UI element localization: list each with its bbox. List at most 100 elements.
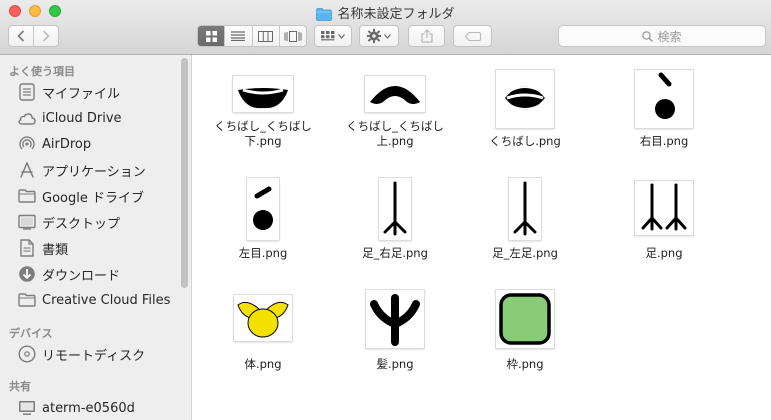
file-thumbnail — [247, 178, 279, 240]
file-name: 足_右足.png — [362, 246, 428, 260]
grid-icon — [205, 30, 217, 42]
file-thumbnail — [635, 181, 693, 235]
file-item[interactable]: 枠.png — [465, 290, 585, 390]
file-item[interactable]: 右目.png — [604, 70, 724, 170]
file-item[interactable]: くちばし_くちばし 下.png — [203, 70, 323, 170]
cloud-icon — [18, 109, 36, 127]
action-button[interactable] — [359, 25, 399, 47]
arrange-button[interactable] — [314, 25, 352, 47]
file-grid: くちばし_くちばし 下.png くちばし_くちばし 上.png くちばし.png 右… — [192, 55, 771, 420]
sidebar-item-icloud-drive[interactable]: iCloud Drive — [0, 106, 180, 130]
sidebar-item-all-my-files[interactable]: マイファイル — [0, 80, 180, 104]
folder-icon — [18, 187, 36, 205]
sidebar-item-label: iCloud Drive — [42, 110, 122, 126]
file-name: 足_左足.png — [492, 246, 558, 260]
file-name: 髪.png — [376, 357, 414, 371]
sidebar-item-downloads[interactable]: ダウンロード — [0, 262, 180, 286]
navigation-buttons — [8, 25, 59, 47]
file-thumbnail — [379, 178, 411, 240]
column-view-button[interactable] — [253, 26, 280, 46]
sidebar-item-google-drive[interactable]: Google ドライブ — [0, 184, 180, 208]
search-placeholder: 検索 — [657, 29, 682, 44]
sidebar-item-label: aterm-e0560d — [42, 400, 135, 416]
sidebar-item-remote-disc[interactable]: リモートディスク — [0, 342, 180, 366]
all-files-icon — [18, 83, 36, 101]
icon-view-button[interactable] — [198, 26, 226, 46]
file-item[interactable]: 左目.png — [203, 173, 323, 273]
coverflow-icon — [284, 30, 302, 42]
sidebar-item-creative-cloud-files[interactable]: Creative Cloud Files — [0, 288, 180, 312]
tag-icon — [464, 31, 481, 41]
sidebar-item-label: 書類 — [42, 242, 69, 258]
search-field[interactable]: 検索 — [558, 25, 766, 47]
search-icon — [642, 30, 654, 42]
sidebar-item-label: デスクトップ — [42, 216, 121, 232]
chevron-down-icon — [338, 33, 345, 39]
applications-icon — [18, 161, 36, 179]
sidebar-header-favorites: よく使う項目 — [9, 65, 75, 78]
finder-window: 名称未設定フォルダ 検索 よく使う項目 マイファイル iCloud Drive … — [0, 0, 771, 420]
sidebar-scrollbar[interactable] — [181, 58, 188, 288]
view-mode-segment — [197, 25, 307, 47]
sidebar-item-applications[interactable]: アプリケーション — [0, 158, 180, 182]
sidebar: よく使う項目 マイファイル iCloud Drive AirDrop アプリケー… — [0, 55, 192, 420]
sidebar-item-label: マイファイル — [42, 86, 121, 102]
folder-icon — [18, 291, 36, 309]
file-name: 右目.png — [639, 134, 689, 148]
chevron-left-icon — [17, 30, 25, 42]
list-icon — [231, 31, 246, 41]
forward-button[interactable] — [34, 26, 58, 46]
chevron-down-icon — [384, 33, 391, 39]
window-title: 名称未設定フォルダ — [0, 3, 771, 22]
list-view-button[interactable] — [225, 26, 253, 46]
sidebar-item-label: アプリケーション — [42, 164, 146, 180]
file-name: 左目.png — [238, 246, 288, 260]
arrange-icon — [321, 30, 335, 40]
file-thumbnail — [496, 290, 554, 348]
sidebar-item-label: Google ドライブ — [42, 190, 144, 206]
folder-icon — [316, 8, 333, 25]
file-thumbnail — [365, 76, 425, 112]
chevron-right-icon — [42, 30, 50, 42]
downloads-icon — [18, 265, 36, 283]
coverflow-view-button[interactable] — [280, 26, 306, 46]
back-button[interactable] — [9, 26, 34, 46]
file-item[interactable]: 足_右足.png — [335, 173, 455, 273]
documents-icon — [18, 239, 36, 257]
file-item[interactable]: 足_左足.png — [465, 173, 585, 273]
file-thumbnail — [234, 295, 292, 341]
sidebar-item-documents[interactable]: 書類 — [0, 236, 180, 260]
disc-icon — [18, 345, 36, 363]
file-item[interactable]: くちばし_くちばし 上.png — [335, 70, 455, 170]
tags-button[interactable] — [453, 25, 492, 47]
file-item[interactable]: 足.png — [604, 173, 724, 273]
file-item[interactable]: くちばし.png — [465, 70, 585, 170]
gear-icon — [367, 29, 381, 43]
file-name: くちばし.png — [489, 134, 561, 148]
sidebar-header-shared: 共有 — [9, 380, 31, 393]
file-thumbnail — [233, 76, 293, 112]
share-icon — [420, 29, 433, 43]
share-button[interactable] — [408, 25, 445, 47]
file-item[interactable]: 体.png — [203, 290, 323, 390]
window-title-text: 名称未設定フォルダ — [337, 7, 455, 22]
file-name: 枠.png — [506, 357, 544, 371]
sidebar-item-airdrop[interactable]: AirDrop — [0, 132, 180, 156]
file-name: くちばし_くちばし 下.png — [214, 119, 312, 148]
columns-icon — [258, 30, 274, 42]
sidebar-item-desktop[interactable]: デスクトップ — [0, 210, 180, 234]
toolbar: 名称未設定フォルダ 検索 — [0, 0, 771, 55]
file-name: 体.png — [244, 357, 282, 371]
file-thumbnail — [496, 70, 554, 128]
file-item[interactable]: 髪.png — [335, 290, 455, 390]
file-name: くちばし_くちばし 上.png — [346, 119, 444, 148]
sidebar-item-label: Creative Cloud Files — [42, 292, 171, 308]
sidebar-item-label: AirDrop — [42, 136, 92, 152]
sidebar-item-label: リモートディスク — [42, 348, 146, 364]
file-thumbnail — [509, 178, 541, 240]
file-thumbnail — [635, 70, 693, 128]
computer-icon — [18, 399, 36, 417]
desktop-icon — [18, 213, 36, 231]
sidebar-header-devices: デバイス — [9, 327, 53, 340]
sidebar-item-aterm[interactable]: aterm-e0560d — [0, 396, 180, 420]
